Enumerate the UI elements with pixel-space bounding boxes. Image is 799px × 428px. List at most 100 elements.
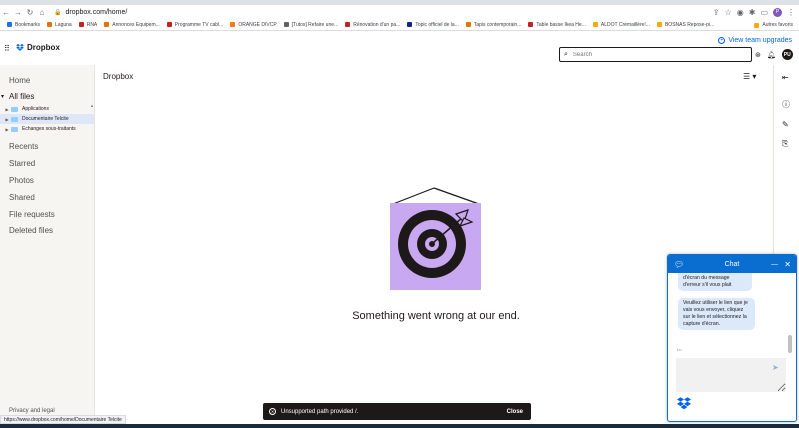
account-avatar[interactable]: PU <box>781 49 793 60</box>
star-icon <box>7 22 12 27</box>
puzzle-icon[interactable]: ✱ <box>749 8 756 17</box>
favicon-icon <box>166 22 172 27</box>
folder-tree-item[interactable]: ▶ Documentaire Telcite <box>0 114 94 124</box>
pin-icon[interactable]: ✎ <box>782 120 789 129</box>
minimize-icon[interactable]: — <box>771 261 778 268</box>
back-icon[interactable]: ← <box>0 8 12 17</box>
home-icon[interactable]: ⌂ <box>36 8 48 17</box>
dropbox-logo[interactable]: Dropbox <box>16 43 60 52</box>
header-icons: ⊛ 🔔︎ PU <box>755 49 793 60</box>
read-receipt: Lu <box>677 347 682 352</box>
chat-scrollbar[interactable] <box>788 335 792 353</box>
chat-message: d'écran du message d'erreur s'il vous pl… <box>678 273 752 291</box>
share-icon[interactable]: ⇪ <box>713 8 720 17</box>
bookmark-item[interactable]: ORANGE DIVCP <box>230 21 277 28</box>
chevron-right-icon[interactable]: ▶ <box>3 117 11 122</box>
bookmark-item[interactable]: Bookmarks <box>7 22 40 28</box>
bookmark-item[interactable]: ALDOT Crémaillère!... <box>592 21 650 28</box>
bookmark-item[interactable]: RNA <box>78 21 98 28</box>
dropbox-logo-icon <box>16 44 24 51</box>
sidebar-item-photos[interactable]: Photos <box>9 176 34 185</box>
favicon-icon <box>656 22 662 27</box>
favicon-icon <box>78 22 84 27</box>
bookmark-item[interactable]: Tapis contemporain... <box>465 22 521 28</box>
folder-label: Echanges sous-traitants <box>22 126 76 132</box>
browser-address-bar: ← → ↻ ⌂ 🔒 dropbox.com/home/ ⇪ ☆ ◉ ✱ ▭ P … <box>0 5 799 19</box>
toast-close-button[interactable]: Close <box>507 409 523 415</box>
page-title: Dropbox <box>103 72 134 81</box>
url-text[interactable]: dropbox.com/home/ <box>65 9 127 16</box>
favicon-icon <box>407 22 413 27</box>
sidebar-item-all-files[interactable]: All files <box>9 92 34 101</box>
close-icon[interactable]: ✕ <box>784 260 791 269</box>
chevron-right-icon[interactable]: ▶ <box>3 127 11 132</box>
bookmark-star-icon[interactable]: ☆ <box>725 8 732 17</box>
lock-icon[interactable]: 🔒 <box>54 9 61 16</box>
forward-icon[interactable]: → <box>12 8 24 17</box>
view-options-icon[interactable]: ☰ ▾ <box>743 72 756 81</box>
bookmark-label: RNA <box>86 21 98 28</box>
sidepanel-icon[interactable]: ▭ <box>760 8 768 17</box>
favicon-icon <box>47 22 53 27</box>
favicon-icon <box>230 22 236 27</box>
sidebar: Home ▾ All files ▶ Applications ▶ Documenta… <box>0 65 95 420</box>
collapse-panel-icon[interactable]: ⇤ <box>782 73 789 82</box>
chevron-right-icon[interactable]: ▶ <box>3 107 11 112</box>
chat-message: Veuillez utiliser le lien que je vais vo… <box>678 298 755 330</box>
status-bar-url: https://www.dropbox.com/home/Documentair… <box>0 415 126 424</box>
activity-icon[interactable]: ⊛ <box>755 51 761 59</box>
chevron-down-icon[interactable]: ▾ <box>1 93 4 100</box>
share-link-icon[interactable]: ⎘ <box>782 139 788 149</box>
favicon-icon <box>104 22 110 27</box>
bookmark-item[interactable]: Laguna <box>47 22 72 28</box>
other-bookmarks[interactable]: Autres favoris <box>754 19 793 30</box>
bookmark-label: Bookmarks <box>15 21 41 28</box>
bookmark-item[interactable]: Programme TV cabl... <box>166 21 224 28</box>
bookmark-label: Topic officiel de la... <box>415 21 459 28</box>
favicon-icon <box>283 22 289 27</box>
privacy-legal-link[interactable]: Privacy and legal <box>9 408 55 414</box>
sidebar-item-recents[interactable]: Recents <box>9 142 38 151</box>
bookmark-item[interactable]: Table basse Ikea He... <box>528 22 586 28</box>
sidebar-item-deleted-files[interactable]: Deleted files <box>9 226 53 235</box>
browser-toolbar-icons: ⇪ ☆ ◉ ✱ ▭ P ⋮ <box>713 5 795 19</box>
scroll-up-icon[interactable]: ▲ <box>90 103 94 108</box>
folder-tree-item[interactable]: ▶ Echanges sous-traitants <box>0 124 94 134</box>
view-team-upgrades-link[interactable]: + View team upgrades <box>718 37 792 44</box>
app-header: ⠿ Dropbox + View team upgrades ⌕ ⊛ 🔔︎ PU <box>0 31 799 65</box>
error-circle-icon: ✕ <box>269 408 276 415</box>
send-icon[interactable]: ➤ <box>772 363 779 372</box>
menu-kebab-icon[interactable]: ⋮ <box>787 8 795 17</box>
sidebar-item-shared[interactable]: Shared <box>9 193 35 202</box>
bookmark-item[interactable]: [Tutos] Refaire une... <box>283 22 338 28</box>
folder-tree-item[interactable]: ▶ Applications <box>0 104 94 114</box>
bookmark-label: BOSNAS Repose-pi... <box>664 21 715 28</box>
bookmark-label: ALDOT Crémaillère!... <box>600 21 650 28</box>
favicon-icon <box>528 22 534 27</box>
info-icon[interactable]: ⓘ <box>782 99 790 110</box>
app-grid-icon[interactable]: ⠿ <box>4 44 10 53</box>
dropbox-chat-logo-icon <box>677 397 691 410</box>
favicon-icon <box>592 22 598 27</box>
notification-bell-icon[interactable]: 🔔︎ <box>767 51 776 59</box>
reload-icon[interactable]: ↻ <box>24 8 36 17</box>
bookmarks-bar: Bookmarks Laguna RNA Annonces Equipem... Pro… <box>0 19 799 31</box>
sidebar-item-home[interactable]: Home <box>9 76 30 85</box>
browser-profile-avatar[interactable]: P <box>773 7 782 17</box>
sidebar-item-starred[interactable]: Starred <box>9 159 35 168</box>
bookmark-item[interactable]: Rénovation d'un pa... <box>345 22 400 28</box>
bookmark-label: Programme TV cabl... <box>174 21 224 28</box>
bookmark-item[interactable]: Topic officiel de la... <box>407 22 459 28</box>
extension-icon[interactable]: ◉ <box>737 8 744 17</box>
search-box[interactable]: ⌕ <box>559 47 752 62</box>
folder-icon <box>11 106 18 112</box>
folder-label: Documentaire Telcite <box>22 116 69 122</box>
bookmark-label: ORANGE DIVCP <box>238 21 277 28</box>
bookmark-item[interactable]: BOSNAS Repose-pi... <box>656 21 715 28</box>
search-input[interactable] <box>572 51 723 58</box>
bookmark-item[interactable]: Annonces Equipem... <box>104 22 160 28</box>
error-toast: ✕ Unsupported path provided /. Close <box>263 403 531 420</box>
error-illustration <box>390 187 481 290</box>
sidebar-item-file-requests[interactable]: File requests <box>9 210 55 219</box>
chat-input[interactable] <box>676 358 786 392</box>
